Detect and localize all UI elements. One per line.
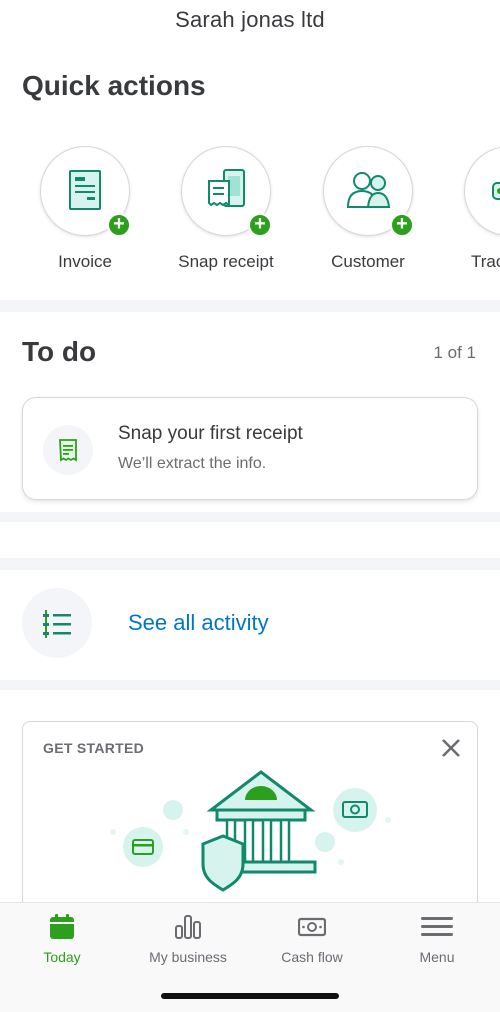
tab-label: Today (43, 949, 81, 965)
todo-card-subtext: We’ll extract the info. (118, 455, 267, 472)
tab-label: My business (149, 949, 227, 965)
invoice-button[interactable]: + (40, 146, 131, 237)
snap-receipt-icon (208, 169, 245, 207)
activity-list-icon (43, 610, 71, 638)
snap-receipt-button[interactable]: + (181, 146, 272, 237)
car-icon (492, 182, 500, 200)
quick-action-label: Invoice (58, 252, 112, 271)
customer-icon (346, 172, 391, 208)
bank-illustration (110, 770, 391, 892)
quick-action-label: Track mileage (471, 252, 500, 271)
bar-chart-icon (175, 915, 201, 939)
todo-count: 1 of 1 (433, 343, 476, 362)
invoice-icon (69, 170, 101, 210)
see-all-activity-link[interactable]: See all activity (128, 610, 269, 636)
quick-action-snap-receipt[interactable]: + Snap receipt (161, 146, 291, 272)
tab-today[interactable]: Today (7, 913, 117, 965)
quick-action-label: Snap receipt (178, 252, 274, 271)
quick-action-invoice[interactable]: + Invoice (20, 146, 150, 272)
todo-card-heading: Snap your first receipt (118, 423, 303, 444)
home-indicator (161, 993, 339, 999)
tab-menu[interactable]: Menu (382, 913, 492, 965)
quick-action-track-mileage[interactable]: Track mileage (444, 146, 500, 272)
section-divider (0, 680, 500, 690)
receipt-icon (59, 439, 77, 462)
get-started-card[interactable]: GET STARTED (22, 721, 478, 921)
app-header: Sarah jonas ltd (0, 0, 500, 48)
tab-label: Cash flow (281, 949, 343, 965)
tab-cash-flow[interactable]: Cash flow (257, 913, 367, 965)
section-divider (0, 512, 500, 522)
add-plus-icon: + (390, 213, 414, 237)
quick-actions-title: Quick actions (22, 70, 206, 101)
quick-action-customer[interactable]: + Customer (303, 146, 433, 272)
section-divider (0, 558, 500, 570)
get-started-label: GET STARTED (43, 740, 145, 756)
company-name[interactable]: Sarah jonas ltd (0, 0, 500, 40)
tab-label: Menu (419, 949, 455, 965)
add-plus-icon: + (107, 213, 131, 237)
hamburger-icon (421, 917, 453, 936)
cash-icon (298, 917, 326, 937)
quick-actions-carousel[interactable]: + Invoice + Snap receipt + Customer Tra (0, 146, 500, 286)
customer-button[interactable]: + (323, 146, 414, 237)
add-plus-icon: + (248, 213, 272, 237)
activity-icon-circle[interactable] (22, 588, 92, 658)
section-divider (0, 300, 500, 312)
quick-action-label: Customer (331, 252, 405, 271)
todo-card-snap-receipt[interactable]: Snap your first receipt We’ll extract th… (22, 397, 478, 500)
todo-title: To do (22, 336, 97, 367)
track-mileage-button[interactable] (464, 146, 500, 236)
tab-my-business[interactable]: My business (133, 913, 243, 965)
close-icon[interactable] (439, 736, 463, 760)
receipt-icon-circle (43, 425, 93, 475)
calendar-icon (50, 914, 74, 939)
